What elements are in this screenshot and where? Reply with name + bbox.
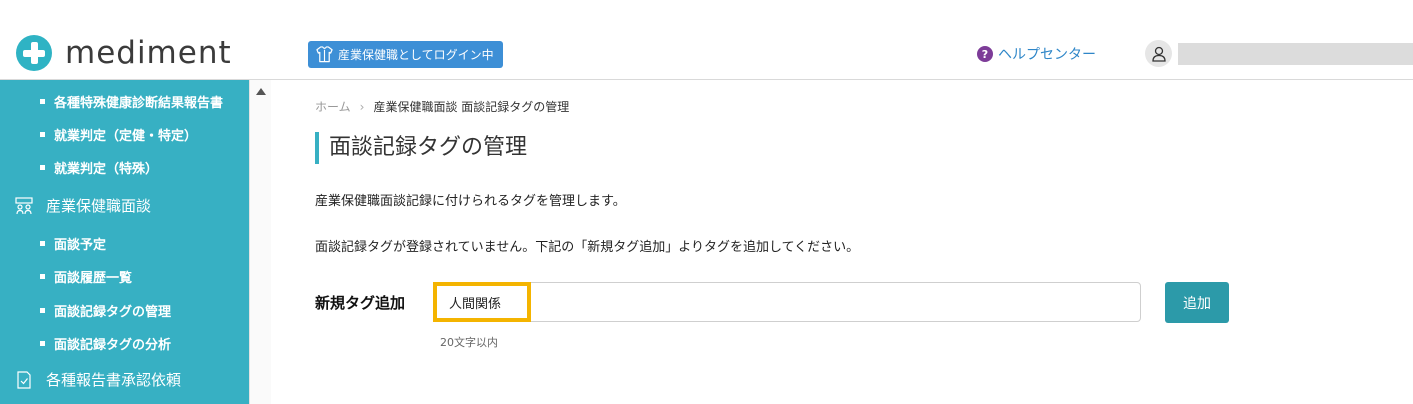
sidebar-scrollbar[interactable] [249, 80, 271, 404]
plus-icon [16, 35, 52, 71]
document-check-icon [17, 370, 31, 389]
login-role-badge: 産業保健職としてログイン中 [308, 41, 503, 68]
sidebar-item-label: 面談記録タグの分析 [54, 338, 172, 353]
sidebar-item-label: 就業判定（定健・特定） [54, 129, 198, 144]
breadcrumb-home[interactable]: ホーム [315, 98, 351, 115]
breadcrumb-current: 産業保健職面談 面談記録タグの管理 [373, 100, 570, 114]
breadcrumb-separator: › [359, 99, 365, 114]
user-menu[interactable] [1145, 40, 1413, 67]
new-tag-label: 新規タグ追加 [315, 294, 406, 312]
bullet-icon [40, 99, 45, 104]
sidebar: 各種特殊健康診断結果報告書 就業判定（定健・特定） 就業判定（特殊） 産業保健職… [0, 80, 249, 404]
sidebar-item-tag-analysis[interactable]: 面談記録タグの分析 [40, 334, 172, 353]
question-icon: ? [977, 46, 993, 62]
sidebar-section-label: 産業保健職面談 [46, 197, 152, 215]
new-tag-input[interactable] [435, 284, 1139, 320]
sidebar-item-label: 面談予定 [54, 238, 107, 253]
bullet-icon [40, 308, 45, 313]
add-tag-button[interactable]: 追加 [1165, 282, 1229, 323]
logo[interactable]: mediment [16, 34, 232, 72]
scroll-up-arrow-icon[interactable] [256, 88, 266, 95]
char-limit-hint: 20文字以内 [440, 336, 498, 349]
page-description: 産業保健職面談記録に付けられるタグを管理します。 [315, 194, 626, 209]
shirt-icon [316, 46, 333, 63]
logo-text: mediment [65, 35, 232, 71]
sidebar-item-interview-schedule[interactable]: 面談予定 [40, 234, 107, 253]
bullet-icon [40, 341, 45, 346]
sidebar-item-special-health-report[interactable]: 各種特殊健康診断結果報告書 [40, 92, 224, 111]
sidebar-item-tag-management[interactable]: 面談記録タグの管理 [40, 301, 172, 320]
username-redacted [1178, 42, 1413, 65]
sidebar-section-interview[interactable]: 産業保健職面談 [14, 195, 151, 216]
bullet-icon [40, 241, 45, 246]
help-center-link[interactable]: ? ヘルプセンター [977, 44, 1096, 64]
login-badge-label: 産業保健職としてログイン中 [338, 48, 494, 62]
sidebar-item-label: 各種特殊健康診断結果報告書 [54, 96, 224, 111]
bullet-icon [40, 132, 45, 137]
new-tag-input-wrapper [433, 282, 1141, 322]
sidebar-section-label: 各種報告書承認依頼 [46, 371, 182, 389]
user-icon [1145, 40, 1172, 67]
page-title: 面談記録タグの管理 [315, 132, 527, 164]
sidebar-item-work-judgment-special[interactable]: 就業判定（特殊） [40, 158, 159, 177]
people-icon [15, 196, 33, 214]
sidebar-item-interview-history[interactable]: 面談履歴一覧 [40, 267, 133, 286]
sidebar-item-label: 就業判定（特殊） [54, 162, 159, 177]
sidebar-item-label: 面談記録タグの管理 [54, 305, 172, 320]
sidebar-section-reports[interactable]: 各種報告書承認依頼 [14, 369, 181, 390]
bullet-icon [40, 165, 45, 170]
help-center-label: ヘルプセンター [998, 47, 1096, 63]
header: mediment 産業保健職としてログイン中 ? ヘルプセンター [0, 0, 1413, 80]
sidebar-item-work-judgment-regular[interactable]: 就業判定（定健・特定） [40, 125, 198, 144]
breadcrumb: ホーム › 産業保健職面談 面談記録タグの管理 [315, 98, 569, 115]
bullet-icon [40, 274, 45, 279]
sidebar-item-label: 面談履歴一覧 [54, 271, 133, 286]
empty-state-message: 面談記録タグが登録されていません。下記の「新規タグ追加」よりタグを追加してくださ… [315, 240, 860, 255]
